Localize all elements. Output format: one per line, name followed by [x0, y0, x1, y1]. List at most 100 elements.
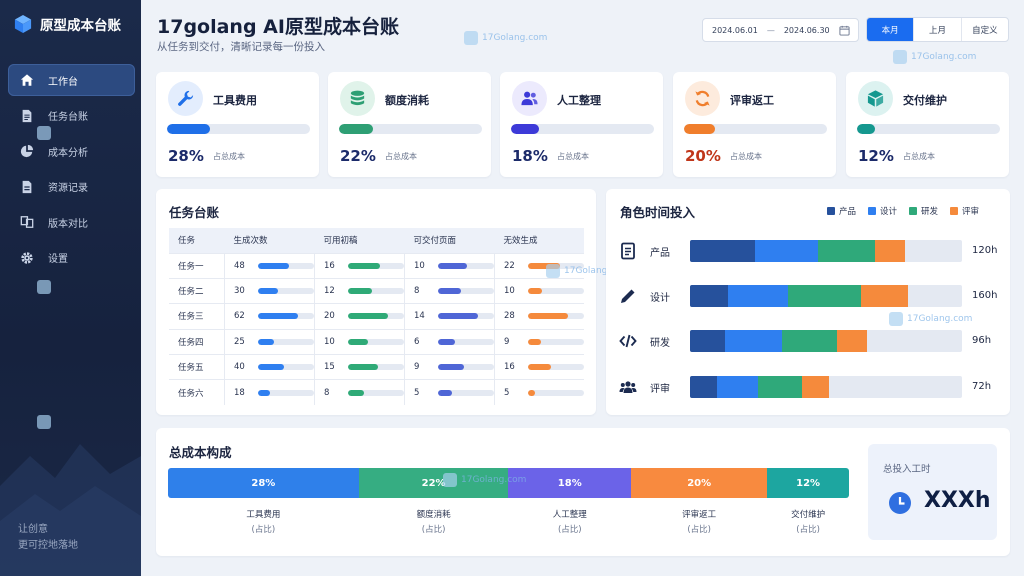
- cube-logo-icon: [14, 15, 32, 33]
- role-name: 研发: [650, 338, 670, 349]
- role-bar-segment-设计: [728, 285, 788, 307]
- table-row[interactable]: 任务六 18 8 5 5: [169, 379, 584, 406]
- composition-label: 人工整理 (占比): [530, 508, 610, 538]
- role-bar-segment-产品: [690, 376, 718, 398]
- table-row[interactable]: 任务四 25 10 6 9: [169, 328, 584, 355]
- table-cell: 12: [314, 277, 405, 304]
- table-cell: 48: [224, 252, 315, 279]
- composition-label-sub: (占比): [796, 525, 820, 535]
- mini-bar-track: [348, 364, 404, 371]
- table-row[interactable]: 任务二 30 12 8 10: [169, 277, 584, 304]
- tab-last-month[interactable]: 上月: [914, 18, 962, 41]
- role-name: 设计: [650, 293, 670, 304]
- cell-content: 10: [324, 337, 404, 347]
- kpi-progress-fill: [684, 124, 715, 134]
- date-range-picker[interactable]: 2024.06.01 — 2024.06.30: [702, 18, 859, 42]
- role-row-design: 设计 160h: [619, 285, 999, 307]
- mini-bar-fill: [528, 364, 552, 371]
- table-row[interactable]: 任务三 62 20 14 28: [169, 303, 584, 330]
- watermark: 17Golang.com: [893, 50, 976, 64]
- watermark-logo: [37, 415, 51, 429]
- table-cell: 10: [494, 277, 584, 304]
- role-bar-segment-设计: [725, 330, 783, 352]
- mini-bar-track: [438, 313, 494, 320]
- kpi-icon-circle: [340, 81, 375, 116]
- role-stacked-bar: [690, 330, 962, 352]
- task-name: 任务一: [169, 252, 225, 279]
- app-logo[interactable]: 原型成本台账: [14, 14, 121, 34]
- slogan: 让创意 更可控地落地: [18, 522, 78, 554]
- watermark: 17Golang.com: [443, 473, 526, 487]
- mini-bar-track: [528, 313, 584, 320]
- cell-content: 8: [324, 388, 404, 398]
- tab-this-month[interactable]: 本月: [867, 18, 915, 41]
- mini-bar-fill: [348, 389, 365, 396]
- mini-bar-fill: [438, 313, 479, 320]
- cell-content: 12: [324, 286, 404, 296]
- task-name: 任务三: [169, 303, 225, 330]
- sidebar-item-label: 工作台: [48, 76, 78, 88]
- composition-label-sub: (占比): [251, 525, 276, 535]
- role-bar-segment-评审: [861, 285, 908, 307]
- cell-content: 5: [414, 388, 494, 398]
- cell-value: 14: [414, 311, 425, 322]
- composition-label: 额度消耗 (占比): [394, 508, 474, 538]
- mini-bar-fill: [348, 288, 373, 295]
- task-name: 任务二: [169, 277, 225, 304]
- kpi-card-delivery-maintenance[interactable]: 交付维护 12% 占总成本: [846, 72, 1009, 177]
- table-row[interactable]: 任务一 48 16 10 22: [169, 252, 584, 279]
- table-cell: 16: [314, 252, 405, 279]
- role-name: 产品: [650, 248, 670, 259]
- sidebar-item-version-compare[interactable]: 版本对比: [8, 206, 135, 238]
- kpi-unit: 占总成本: [730, 152, 762, 161]
- legend-label: 设计: [880, 207, 898, 217]
- mini-bar-fill: [348, 313, 389, 320]
- mini-bar-track: [438, 262, 494, 269]
- mini-bar-fill: [438, 389, 453, 396]
- total-hours-box: 总投入工时 XXXh: [868, 444, 997, 540]
- kpi-card-tool-cost[interactable]: 工具费用 28% 占总成本: [156, 72, 319, 177]
- cell-value: 10: [414, 260, 425, 271]
- kpi-name: 交付维护: [903, 94, 947, 107]
- cell-value: 40: [234, 362, 245, 373]
- pen-icon: [621, 289, 635, 303]
- sidebar-item-settings[interactable]: 设置: [8, 242, 135, 274]
- kpi-card-quota-usage[interactable]: 额度消耗 22% 占总成本: [328, 72, 491, 177]
- table-cell: 6: [404, 328, 495, 355]
- sidebar-item-workbench[interactable]: 工作台: [8, 64, 135, 96]
- table-cell: 5: [494, 379, 584, 406]
- kpi-name: 评审返工: [730, 94, 774, 107]
- cell-content: 16: [504, 362, 584, 372]
- tab-custom[interactable]: 自定义: [962, 18, 1008, 41]
- sidebar-item-resource-records[interactable]: 资源记录: [8, 171, 135, 203]
- kpi-icon-circle: [685, 81, 720, 116]
- legend-item: 研发: [909, 205, 938, 217]
- table-cell: 40: [224, 354, 315, 380]
- cell-content: 8: [414, 286, 494, 296]
- role-row-product: 产品 120h: [619, 240, 999, 262]
- sidebar-item-cost-analysis[interactable]: 成本分析: [8, 135, 135, 167]
- kpi-icon-circle: [858, 81, 893, 116]
- watermark: 17Golang.com: [889, 312, 972, 326]
- sidebar: 原型成本台账 工作台 任务台账 成本分析 资源记录 版本对比 设置 让创意 更可…: [0, 0, 141, 576]
- cell-value: 28: [504, 311, 515, 322]
- role-stacked-bar: [690, 376, 962, 398]
- mini-bar-track: [348, 288, 404, 295]
- kpi-card-review-rework[interactable]: 评审返工 20% 占总成本: [673, 72, 836, 177]
- composition-segment: 28%: [168, 468, 359, 498]
- kpi-name: 额度消耗: [385, 94, 429, 107]
- table-row[interactable]: 任务五 40 15 9 16: [169, 354, 584, 380]
- watermark: 17Golang.com: [464, 31, 547, 45]
- role-bar-segment-研发: [757, 376, 802, 398]
- table-cell: 15: [314, 354, 405, 380]
- legend-swatch: [950, 207, 959, 215]
- composition-label-sub: (占比): [557, 525, 582, 535]
- cell-value: 16: [504, 362, 515, 373]
- kpi-card-manual-work[interactable]: 人工整理 18% 占总成本: [500, 72, 663, 177]
- app-name: 原型成本台账: [40, 18, 121, 34]
- task-name: 任务四: [169, 328, 225, 355]
- watermark-logo: [464, 31, 478, 45]
- watermark-text: 17Golang.com: [482, 33, 548, 43]
- sidebar-item-task-ledger[interactable]: 任务台账: [8, 100, 135, 132]
- watermark-text: 17Golang.com: [911, 52, 977, 62]
